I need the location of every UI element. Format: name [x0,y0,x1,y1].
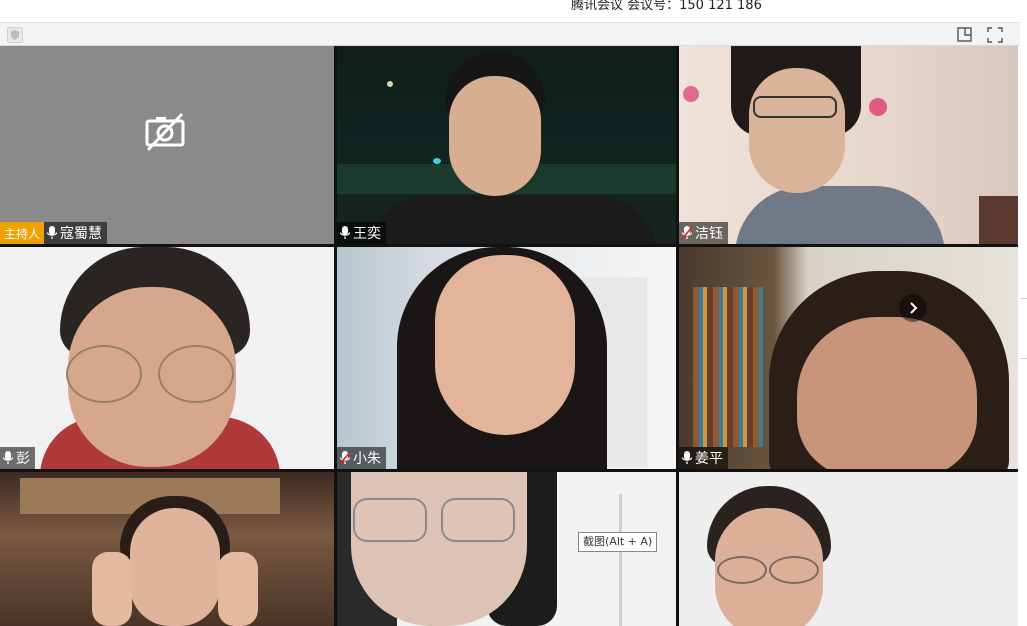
chevron-right-icon [910,302,918,314]
video-tile[interactable] [0,472,334,626]
mic-icon [46,225,58,241]
name-chip: 洁钰 [679,222,728,244]
mic-icon [681,450,693,466]
video-tile-host[interactable]: 主持人 寇蜀慧 [0,46,334,244]
video-tile[interactable]: 彭 [0,247,334,469]
participant-name: 姜平 [695,451,723,467]
right-edge [1018,46,1027,626]
camera-off-icon [144,112,186,156]
participant-label: 彭 [0,447,35,469]
participant-label: 主持人 寇蜀慧 [0,222,108,244]
video-tile[interactable]: 王奕 [337,46,676,244]
title-bar: 腾讯会议 会议号：150 121 186 [0,0,1027,22]
participant-name: 寇蜀慧 [60,226,103,242]
video-tile[interactable]: 洁钰 [679,46,1018,244]
name-chip: 王奕 [337,222,386,244]
toolbar [0,22,1020,46]
name-chip: 姜平 [679,447,728,469]
layout-icon[interactable] [956,26,974,44]
participant-name: 洁钰 [695,226,723,242]
screenshot-tooltip: 截图(Alt + A) [578,532,658,552]
name-chip: 彭 [0,447,35,469]
video-grid: 主持人 寇蜀慧 王奕 洁钰 彭 小朱 姜平 [0,46,1018,626]
host-badge: 主持人 [0,222,45,244]
mic-icon [2,450,14,466]
mic-muted-icon [681,225,693,241]
participant-name: 王奕 [353,226,381,242]
fullscreen-icon[interactable] [986,26,1004,44]
participant-label: 洁钰 [679,222,728,244]
participant-label: 王奕 [337,222,386,244]
participant-label: 小朱 [337,447,386,469]
mic-muted-icon [339,450,351,466]
window-title: 腾讯会议 会议号：150 121 186 [571,0,762,13]
participant-label: 姜平 [679,447,728,469]
participant-name: 彭 [16,451,30,467]
video-tile[interactable]: 小朱 [337,247,676,469]
mic-icon [339,225,351,241]
participant-name: 小朱 [353,451,381,467]
name-chip: 小朱 [337,447,386,469]
video-tile[interactable]: 姜平 [679,247,1018,469]
name-chip: 寇蜀慧 [44,222,108,244]
video-tile[interactable] [679,472,1018,626]
next-page-button[interactable] [899,294,927,322]
shield-icon[interactable] [7,27,23,43]
